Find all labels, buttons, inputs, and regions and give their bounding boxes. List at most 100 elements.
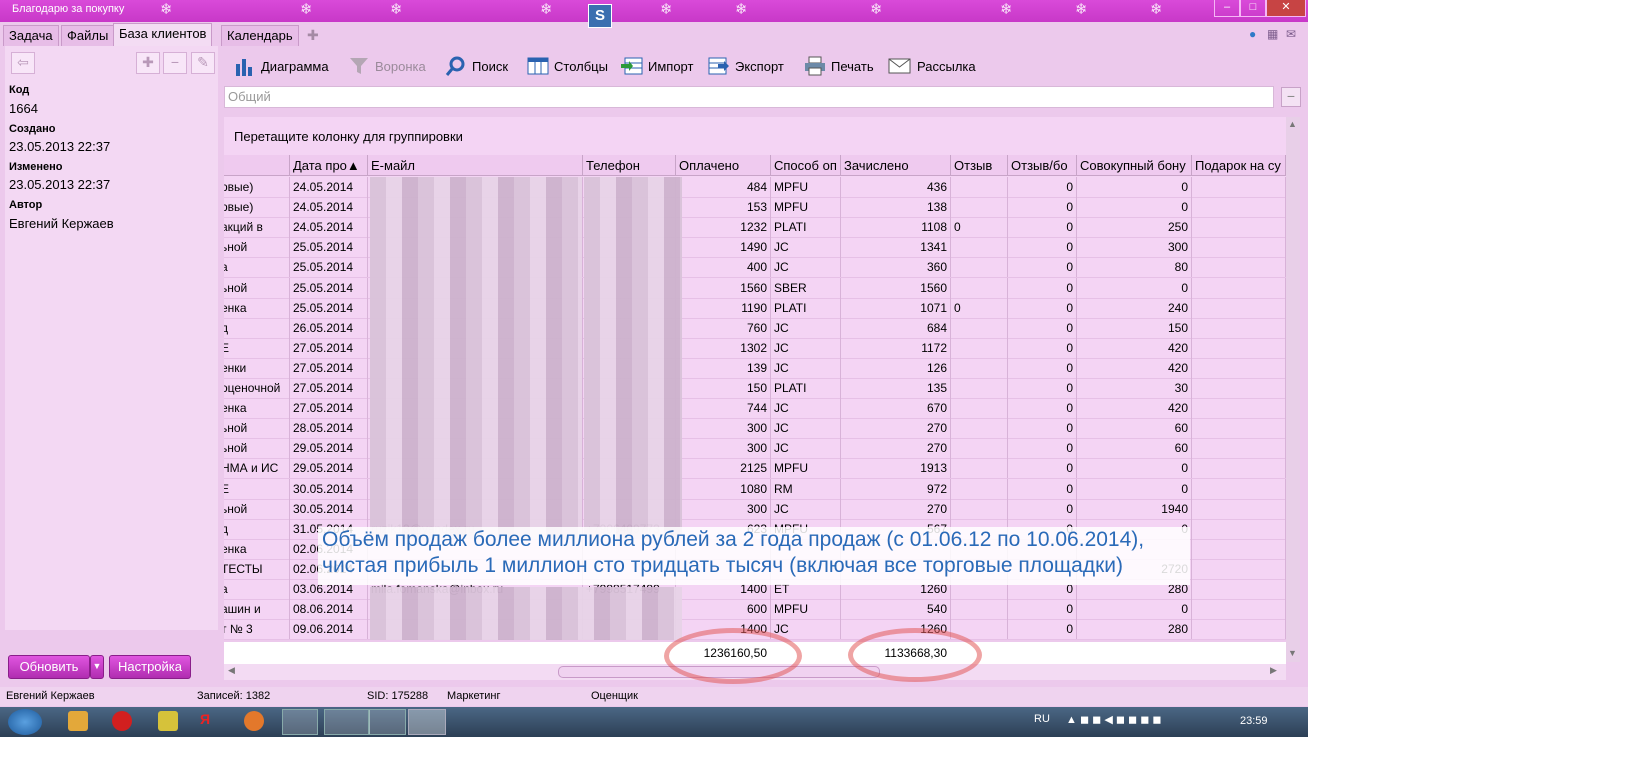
- table-cell: 436: [841, 177, 951, 197]
- filter-input[interactable]: Общий: [224, 86, 1274, 108]
- refresh-dropdown-icon[interactable]: ▼: [90, 655, 104, 679]
- mail-icon[interactable]: ✉: [1286, 27, 1296, 41]
- scroll-down-icon[interactable]: ▼: [1288, 648, 1297, 658]
- diagram-button[interactable]: Диаграмма: [234, 54, 329, 78]
- funnel-button[interactable]: Воронка: [348, 54, 426, 78]
- column-header[interactable]: Подарок на су: [1192, 155, 1286, 176]
- table-cell: JC: [771, 499, 841, 519]
- calendar-icon[interactable]: ▦: [1267, 27, 1278, 41]
- table-cell: 0: [1077, 177, 1192, 197]
- column-header[interactable]: Дата про▲: [290, 155, 368, 176]
- opera-icon[interactable]: [112, 711, 132, 731]
- export-button[interactable]: Экспорт: [708, 54, 784, 78]
- record-details-panel: ⇦ ✚ − ✎ Код 1664 Создано 23.05.2013 22:3…: [5, 46, 218, 630]
- table-cell: 972: [841, 479, 951, 499]
- scroll-right-icon[interactable]: ▶: [1270, 665, 1277, 676]
- firefox-icon[interactable]: [244, 711, 264, 731]
- table-cell: JC: [771, 438, 841, 458]
- back-icon[interactable]: ⇦: [11, 52, 35, 74]
- table-cell: ьной: [224, 418, 290, 438]
- column-header[interactable]: Совокупный бону: [1077, 155, 1192, 176]
- table-cell: 09.06.2014: [290, 619, 368, 639]
- table-cell: 24.05.2014: [290, 177, 368, 197]
- help-icon[interactable]: ●: [1249, 27, 1256, 41]
- app-taskbar-button[interactable]: [408, 709, 446, 735]
- table-cell: д: [224, 519, 290, 539]
- print-button[interactable]: Печать: [804, 54, 874, 78]
- column-header[interactable]: Способ оп: [771, 155, 841, 176]
- table-cell: 300: [676, 438, 771, 458]
- status-user: Евгений Кержаев: [6, 690, 95, 702]
- yandex-browser-taskbar-button[interactable]: [324, 709, 370, 735]
- table-cell: 420: [1077, 358, 1192, 378]
- table-cell: [1192, 559, 1286, 579]
- table-cell: 484: [676, 177, 771, 197]
- table-cell: 60: [1077, 438, 1192, 458]
- table-cell: 1913: [841, 458, 951, 478]
- table-cell: 1172: [841, 338, 951, 358]
- yandex-icon[interactable]: Я: [200, 711, 220, 731]
- search-icon: [445, 56, 465, 76]
- add-tab-icon[interactable]: ✚: [307, 27, 319, 44]
- edit-record-icon[interactable]: ✎: [191, 52, 215, 74]
- annotation-line-1: Объём продаж более миллиона рублей за 2 …: [322, 528, 1145, 551]
- printer-icon: [805, 56, 825, 76]
- table-cell: 08.06.2014: [290, 599, 368, 619]
- tab-clients[interactable]: База клиентов: [113, 23, 213, 46]
- table-cell: [1192, 237, 1286, 257]
- table-cell: 0: [1008, 278, 1077, 298]
- remove-record-icon[interactable]: −: [163, 52, 187, 74]
- tray-app-icon[interactable]: [158, 711, 178, 731]
- author-value: Евгений Кержаев: [9, 216, 114, 231]
- minimize-button[interactable]: –: [1214, 0, 1240, 17]
- table-cell: 0: [1077, 197, 1192, 217]
- table-cell: 684: [841, 318, 951, 338]
- mailing-button[interactable]: Рассылка: [888, 54, 976, 78]
- column-header[interactable]: Телефон: [583, 155, 676, 176]
- snowflake-icon: ❄: [540, 0, 553, 18]
- settings-button[interactable]: Настройка: [109, 655, 191, 679]
- opera-taskbar-button[interactable]: [368, 709, 406, 735]
- clock[interactable]: 23:59: [1240, 715, 1268, 727]
- column-header[interactable]: Отзыв: [951, 155, 1008, 176]
- maximize-button[interactable]: □: [1240, 0, 1266, 17]
- table-cell: 0: [1008, 298, 1077, 318]
- table-cell: 420: [1077, 338, 1192, 358]
- vertical-scrollbar[interactable]: ▲ ▼: [1286, 117, 1300, 662]
- table-cell: [951, 599, 1008, 619]
- explorer-taskbar-button[interactable]: [282, 709, 318, 735]
- import-button[interactable]: Импорт: [621, 54, 693, 78]
- snowflake-icon: ❄: [1150, 0, 1163, 18]
- table-cell: оценочной: [224, 378, 290, 398]
- column-header[interactable]: Отзыв/бо: [1008, 155, 1077, 176]
- column-header[interactable]: Оплачено: [676, 155, 771, 176]
- table-cell: 26.05.2014: [290, 318, 368, 338]
- table-cell: JC: [771, 418, 841, 438]
- columns-button[interactable]: Столбцы: [527, 54, 608, 78]
- column-header[interactable]: E-майл: [368, 155, 583, 176]
- tab-task[interactable]: Задача: [3, 25, 59, 46]
- collapse-filter-icon[interactable]: −: [1281, 87, 1301, 107]
- table-cell: [1192, 499, 1286, 519]
- tray-icons[interactable]: ▲ ◼ ◼ ◀ ◼ ◼ ◼ ◼: [1066, 713, 1162, 726]
- table-cell: [1192, 358, 1286, 378]
- highlight-circle-credited: [848, 628, 982, 682]
- close-button[interactable]: ✕: [1266, 0, 1306, 17]
- table-cell: 1080: [676, 479, 771, 499]
- start-button[interactable]: [8, 709, 42, 735]
- column-header[interactable]: Зачислено: [841, 155, 951, 176]
- add-record-icon[interactable]: ✚: [136, 52, 160, 74]
- language-indicator[interactable]: RU: [1034, 713, 1050, 725]
- refresh-button[interactable]: Обновить: [8, 655, 90, 679]
- tab-files[interactable]: Файлы: [61, 25, 115, 46]
- redacted-phone-block: [584, 177, 682, 539]
- tab-calendar[interactable]: Календарь: [221, 25, 299, 46]
- search-button[interactable]: Поиск: [445, 54, 508, 78]
- scroll-left-icon[interactable]: ◀: [228, 665, 235, 676]
- table-cell: рвые): [224, 177, 290, 197]
- scroll-up-icon[interactable]: ▲: [1288, 119, 1297, 129]
- table-cell: 25.05.2014: [290, 237, 368, 257]
- column-header[interactable]: [224, 155, 290, 176]
- media-player-icon[interactable]: [68, 711, 88, 731]
- table-cell: 360: [841, 257, 951, 277]
